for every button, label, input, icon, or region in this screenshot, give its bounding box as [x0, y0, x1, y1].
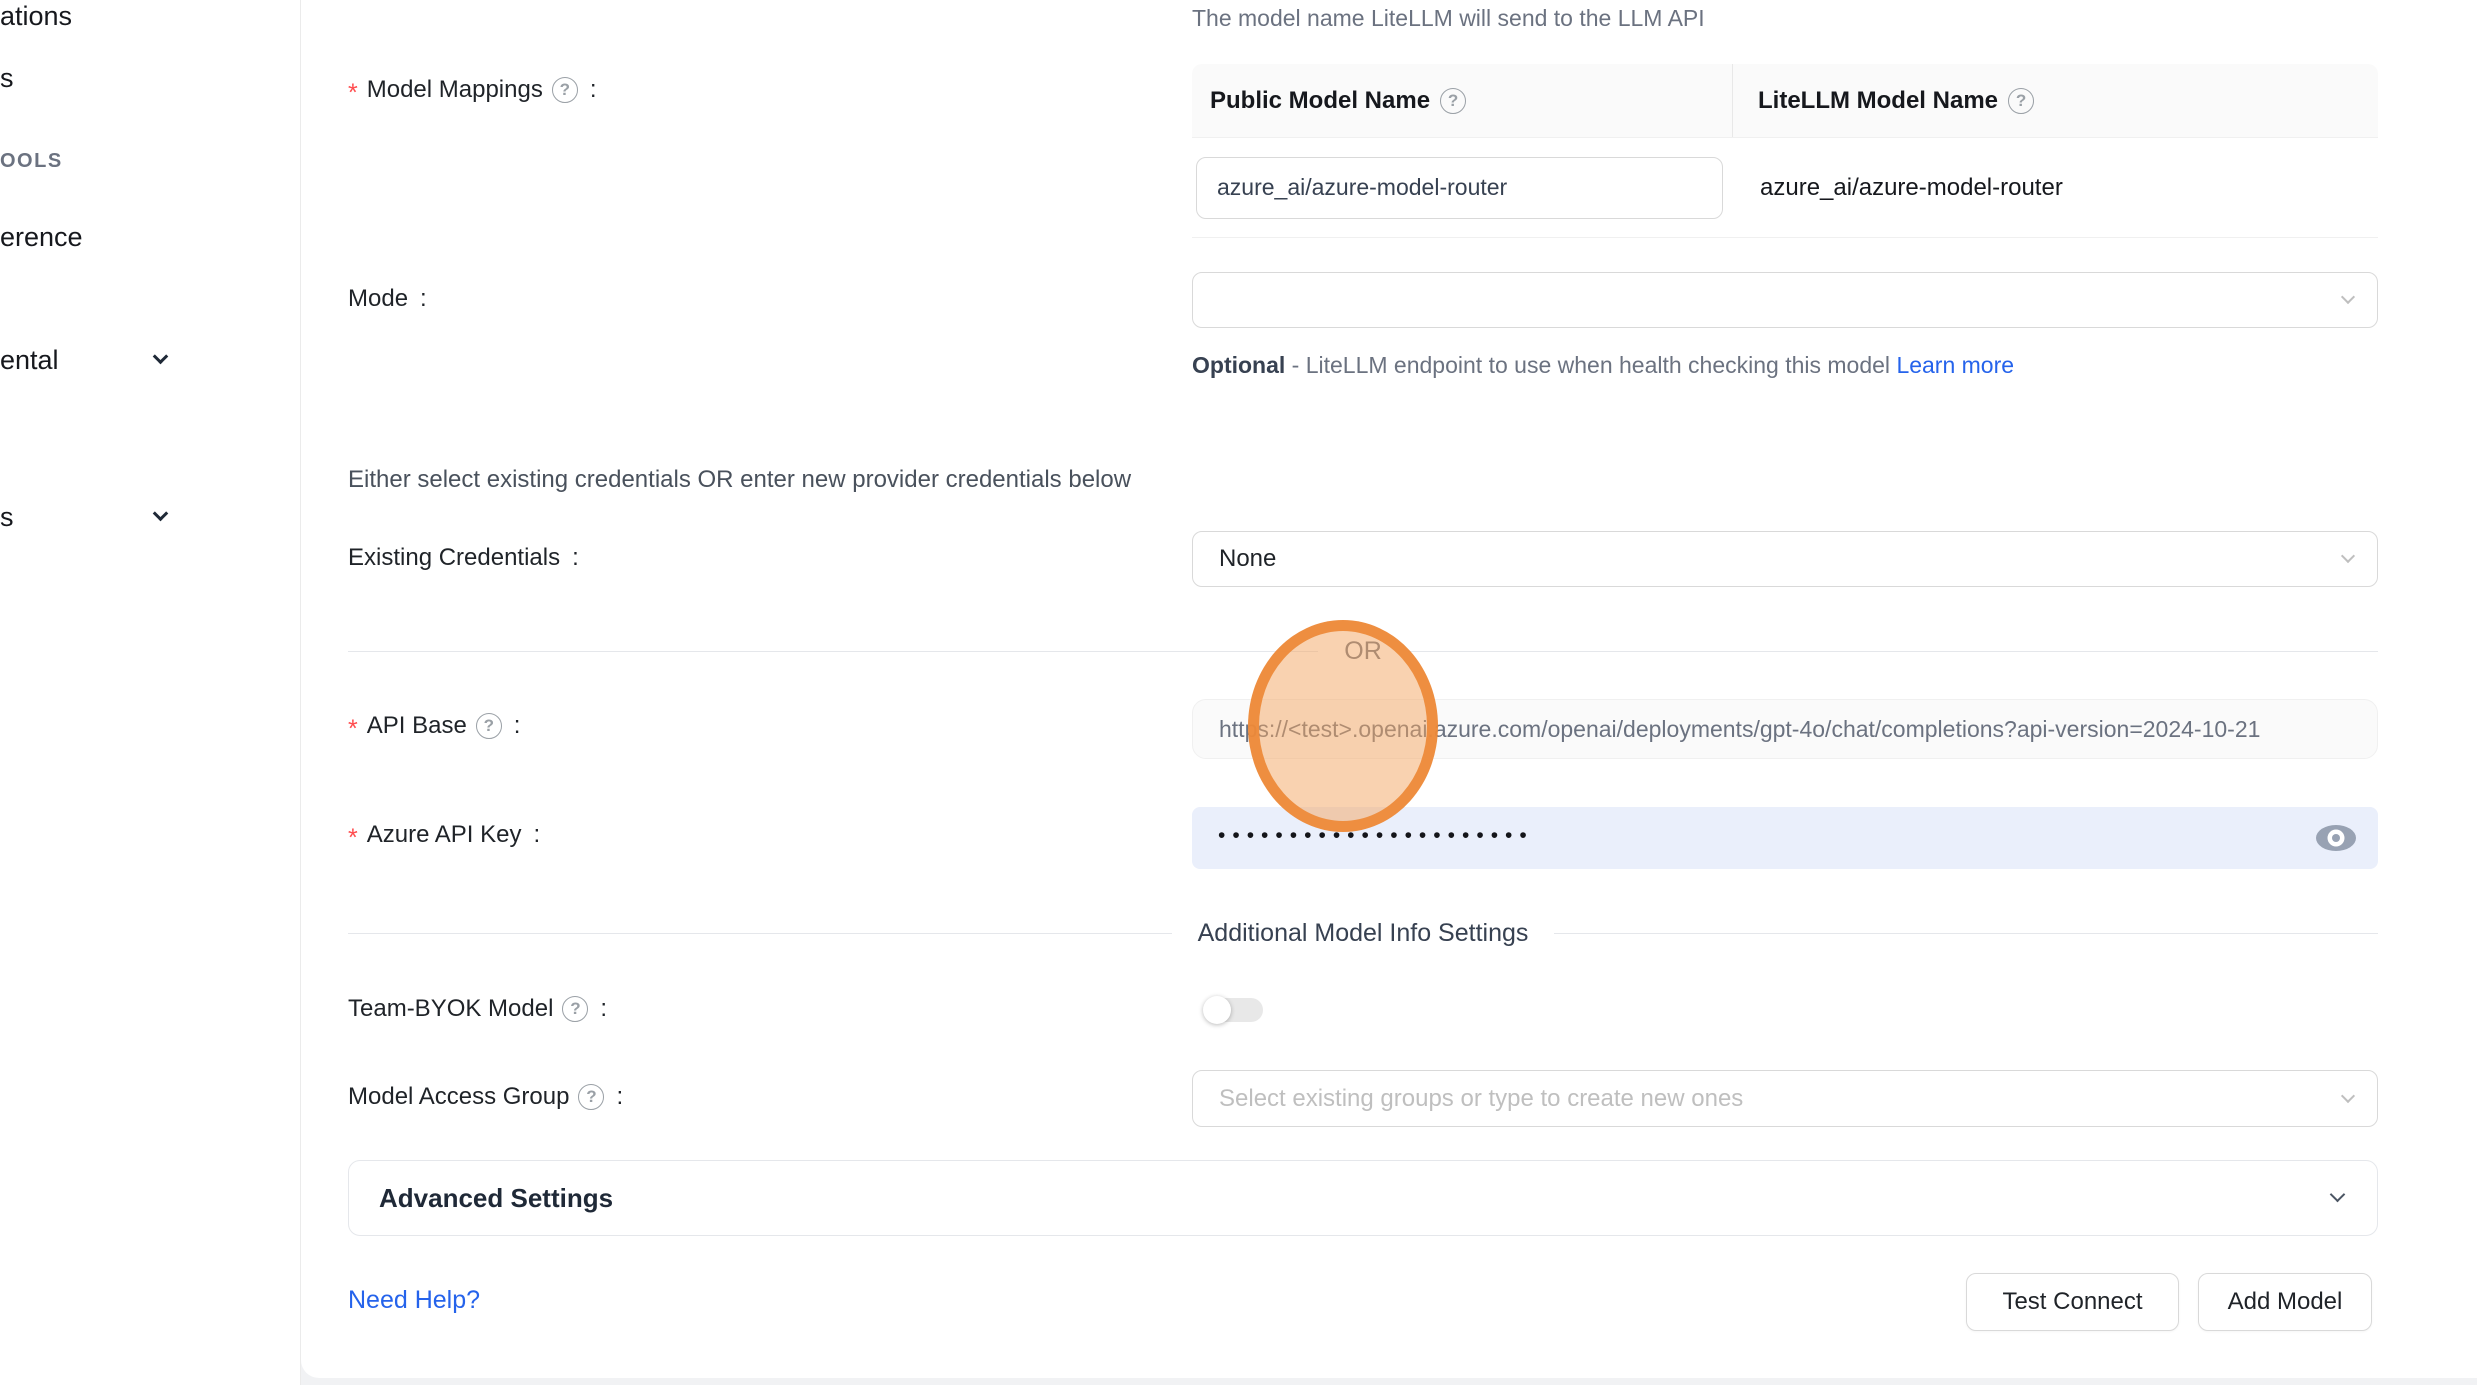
mode-label: Mode: [348, 285, 427, 313]
azure-api-key-label: Azure API Key: [348, 821, 540, 849]
sidebar-section-tools: OOLS: [0, 150, 63, 173]
chevron-down-icon[interactable]: [153, 506, 169, 522]
need-help-link[interactable]: Need Help?: [348, 1286, 480, 1315]
chevron-down-icon: [2341, 1088, 2355, 1102]
sidebar-item-settings[interactable]: s: [0, 502, 14, 533]
eye-icon[interactable]: [2314, 821, 2358, 855]
required-asterisk: [348, 712, 358, 740]
table-row: azure_ai/azure-model-router: [1192, 138, 2378, 238]
model-mappings-label: Model Mappings: [348, 76, 597, 104]
api-base-input[interactable]: https://<test>.openai.azure.com/openai/d…: [1192, 699, 2378, 759]
credentials-note: Either select existing credentials OR en…: [348, 466, 1131, 494]
additional-settings-divider: Additional Model Info Settings: [348, 913, 2378, 953]
chevron-down-icon: [2341, 549, 2355, 563]
help-icon[interactable]: [476, 713, 502, 739]
model-mappings-table: Public Model Name LiteLLM Model Name azu…: [1192, 64, 2378, 238]
team-byok-label: Team-BYOK Model: [348, 995, 607, 1023]
team-byok-toggle[interactable]: [1205, 998, 1263, 1022]
add-model-page: ations s OOLS erence ental s The model n…: [0, 0, 2477, 1385]
column-header-public-model-name: Public Model Name: [1192, 64, 1733, 137]
sidebar: ations s OOLS erence ental s: [0, 0, 301, 1385]
sidebar-item-experimental[interactable]: ental: [0, 345, 59, 376]
sidebar-item-models[interactable]: s: [0, 63, 14, 94]
existing-credentials-label: Existing Credentials: [348, 544, 579, 572]
sidebar-item-inference[interactable]: erence: [0, 222, 83, 253]
model-name-help-text: The model name LiteLLM will send to the …: [1192, 5, 1705, 32]
litellm-model-name-value: azure_ai/azure-model-router: [1760, 174, 2063, 202]
help-icon[interactable]: [1440, 88, 1466, 114]
masked-password-value: ••••••••••••••••••••••: [1218, 824, 1534, 848]
chevron-down-icon: [2341, 290, 2355, 304]
help-icon[interactable]: [552, 77, 578, 103]
chevron-down-icon: [2330, 1187, 2346, 1203]
learn-more-link[interactable]: Learn more: [1896, 352, 2014, 378]
toggle-knob: [1203, 996, 1231, 1024]
api-base-label: API Base: [348, 712, 520, 740]
model-access-group-select[interactable]: Select existing groups or type to create…: [1192, 1070, 2378, 1127]
help-icon[interactable]: [2008, 88, 2034, 114]
column-header-litellm-model-name: LiteLLM Model Name: [1733, 64, 2378, 137]
help-icon[interactable]: [578, 1084, 604, 1110]
azure-api-key-input[interactable]: ••••••••••••••••••••••: [1192, 807, 2378, 869]
required-asterisk: [348, 76, 358, 104]
table-header: Public Model Name LiteLLM Model Name: [1192, 64, 2378, 138]
test-connect-button[interactable]: Test Connect: [1966, 1273, 2179, 1331]
advanced-settings-panel[interactable]: Advanced Settings: [348, 1160, 2378, 1236]
model-access-group-label: Model Access Group: [348, 1083, 623, 1111]
mode-select[interactable]: [1192, 272, 2378, 328]
or-divider: OR: [348, 631, 2378, 671]
existing-credentials-select[interactable]: None: [1192, 531, 2378, 587]
mode-help-text: Optional - LiteLLM endpoint to use when …: [1192, 345, 2052, 385]
add-model-button[interactable]: Add Model: [2198, 1273, 2372, 1331]
public-model-name-input[interactable]: [1196, 157, 1723, 219]
required-asterisk: [348, 821, 358, 849]
sidebar-item-organizations[interactable]: ations: [0, 1, 72, 32]
chevron-down-icon[interactable]: [153, 349, 169, 365]
help-icon[interactable]: [562, 996, 588, 1022]
